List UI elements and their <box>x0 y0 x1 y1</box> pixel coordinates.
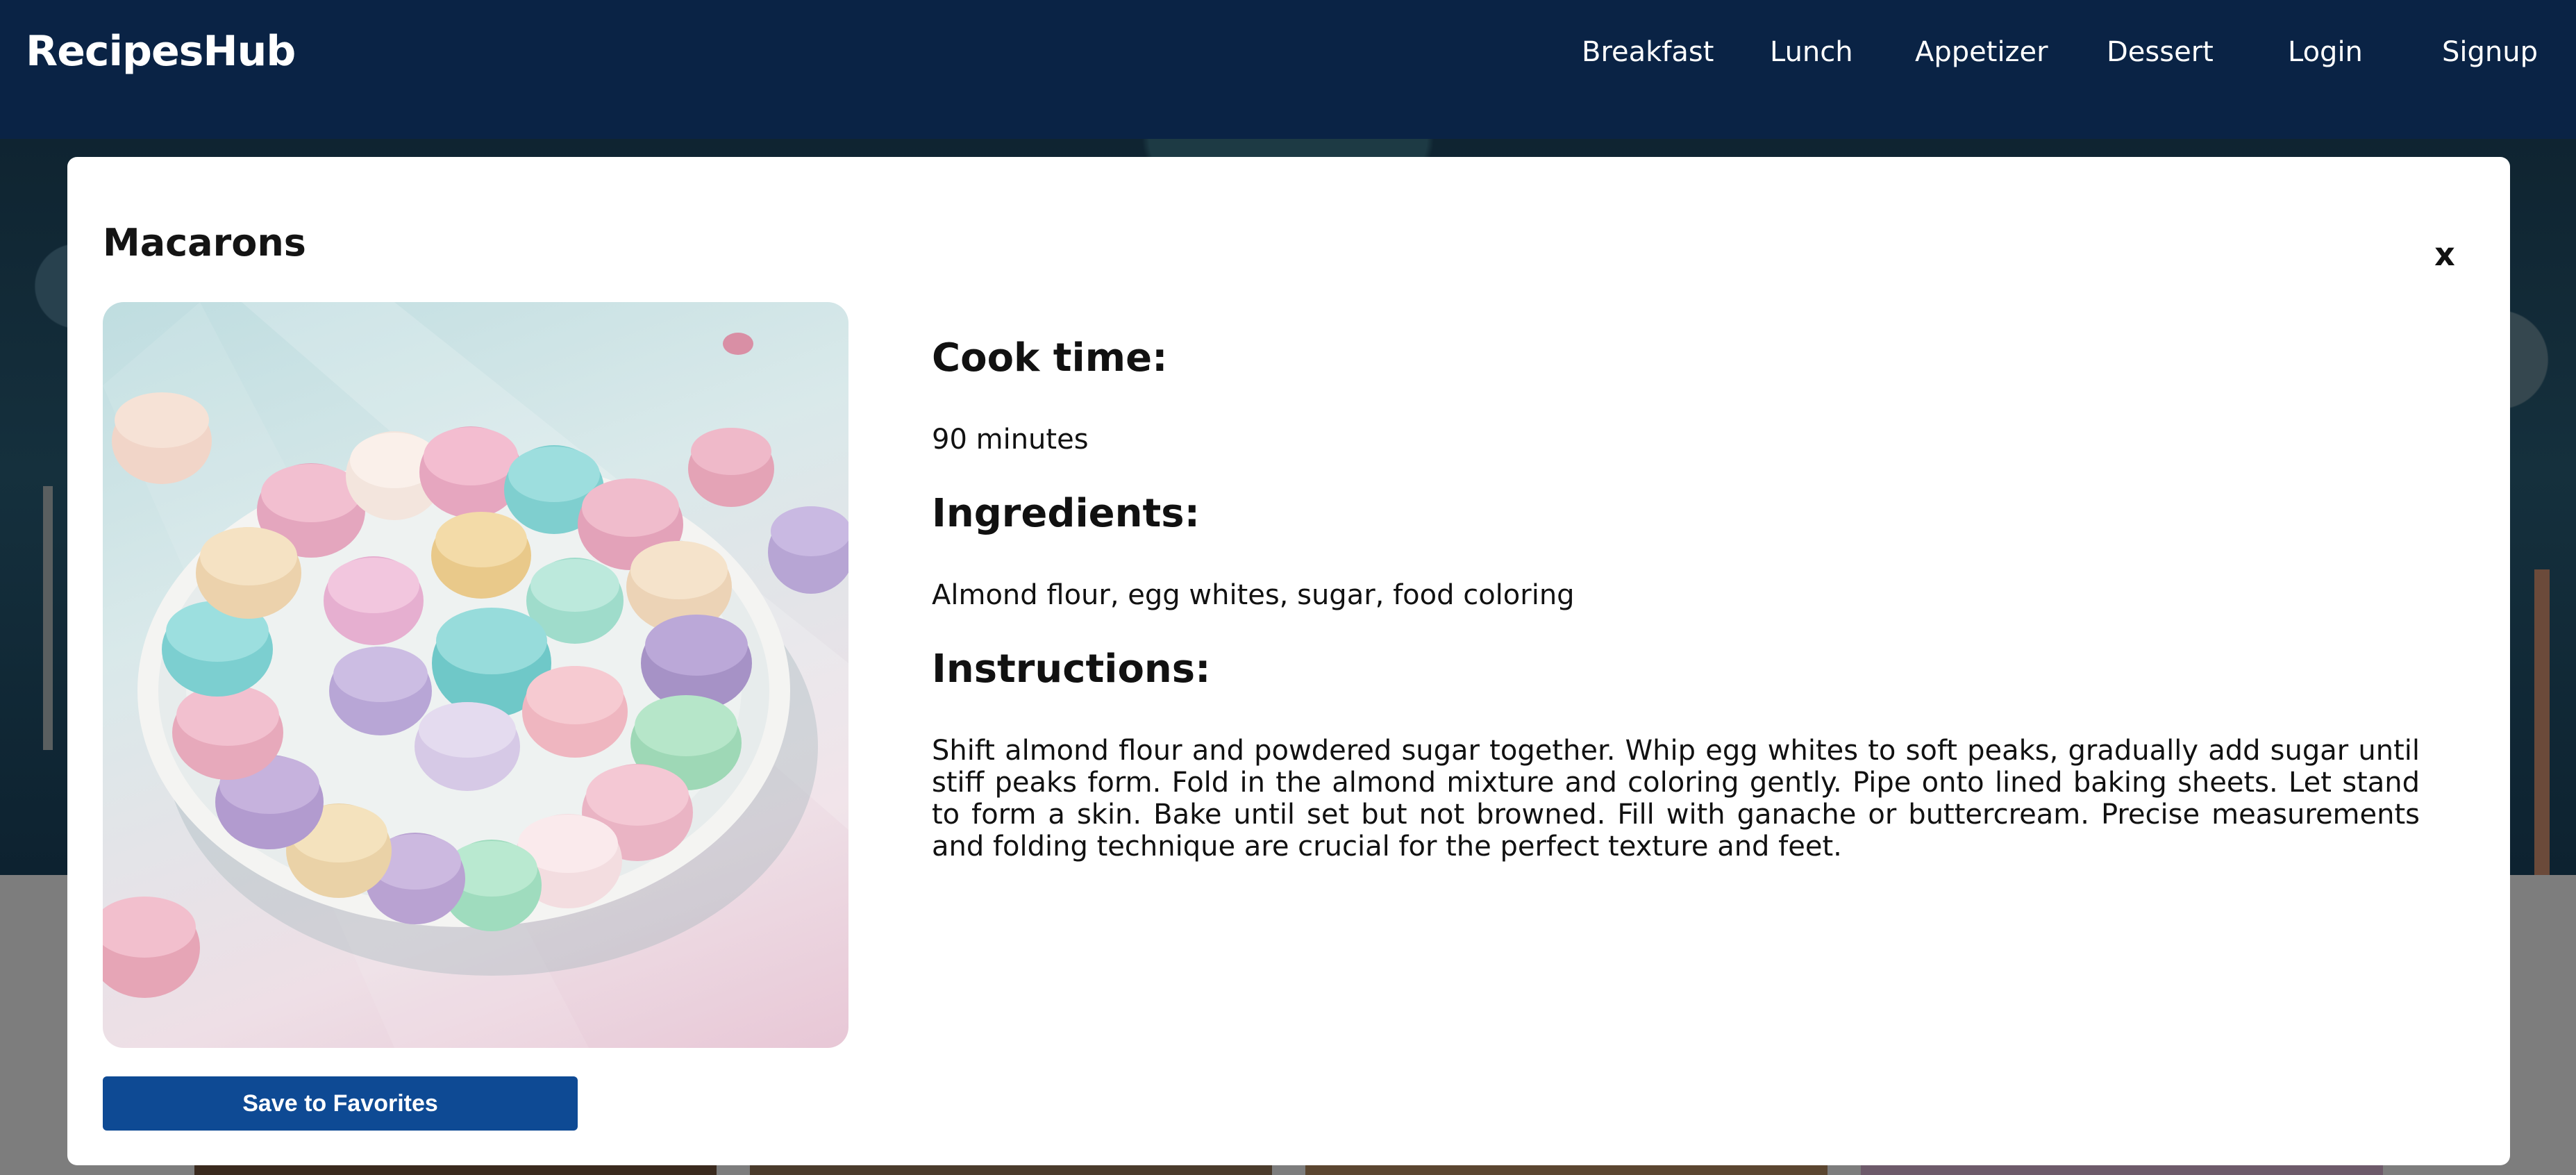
instructions-text: Shift almond flour and powdered sugar to… <box>932 735 2420 862</box>
fork-decoration <box>43 486 53 750</box>
modal-title: Macarons <box>103 221 306 265</box>
ingredients-heading: Ingredients: <box>932 491 1201 536</box>
nav-link-appetizer[interactable]: Appetizer <box>1915 32 2048 72</box>
nav-link-lunch[interactable]: Lunch <box>1770 32 1853 72</box>
nav-link-dessert[interactable]: Dessert <box>2107 32 2214 72</box>
nav-link-breakfast[interactable]: Breakfast <box>1582 32 1714 72</box>
knife-decoration <box>2534 569 2550 875</box>
cook-time-value: 90 minutes <box>932 424 1089 456</box>
top-navbar: RecipesHub Breakfast Lunch Appetizer Des… <box>0 0 2576 139</box>
recipe-image <box>103 302 848 1048</box>
signup-link[interactable]: Signup <box>2442 32 2538 72</box>
cook-time-heading: Cook time: <box>932 335 1168 381</box>
instructions-heading: Instructions: <box>932 647 1211 692</box>
close-button[interactable]: x <box>2429 235 2460 274</box>
login-link[interactable]: Login <box>2288 32 2363 72</box>
recipe-modal: Macarons x Save to Favorites Cook time: … <box>67 157 2510 1165</box>
save-to-favorites-button[interactable]: Save to Favorites <box>103 1076 578 1131</box>
brand-logo[interactable]: RecipesHub <box>26 25 296 78</box>
ingredients-text: Almond flour, egg whites, sugar, food co… <box>932 579 1575 611</box>
